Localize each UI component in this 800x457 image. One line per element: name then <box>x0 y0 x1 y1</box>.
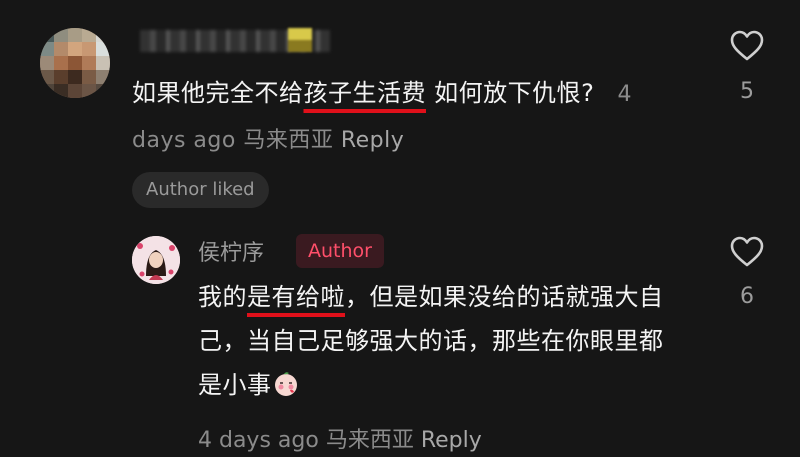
location: 马来西亚 <box>243 128 334 153</box>
avatar-author[interactable] <box>132 236 180 284</box>
heart-outline-icon <box>730 236 764 267</box>
author-username[interactable]: 侯柠序 <box>198 235 264 267</box>
heart-outline-icon <box>730 30 764 61</box>
blushing-face-emoji <box>272 368 300 396</box>
username-blurred-badge <box>288 28 312 52</box>
comment-text-part: 如何放下仇恨? <box>426 79 595 107</box>
like-count: 6 <box>740 284 754 309</box>
comment-text-part: 如果他完全不给 <box>132 79 304 107</box>
like-button[interactable] <box>730 30 764 66</box>
reply-button[interactable]: Reply <box>421 428 482 453</box>
comment-text-part: 我的 <box>198 283 247 311</box>
reply-button[interactable]: Reply <box>341 128 404 153</box>
like-button[interactable] <box>730 236 764 272</box>
reply-comment-text: 我的是有给啦，但是如果没给的话就强大自己，当自己足够强大的话，那些在你眼里都是小… <box>198 275 668 407</box>
location: 马来西亚 <box>325 428 414 453</box>
comment-text-underlined: 是有给啦 <box>247 283 345 311</box>
author-badge: Author <box>296 234 384 268</box>
timestamp: 4 days ago <box>198 428 319 453</box>
comment-text: 如果他完全不给孩子生活费 如何放下仇恨? 4 days ago 马来西亚 Rep… <box>132 71 672 163</box>
like-count: 5 <box>740 79 754 104</box>
pixelated-avatar-image <box>40 28 110 98</box>
avatar-commenter-blurred[interactable] <box>40 28 110 98</box>
author-avatar-image <box>132 236 180 284</box>
author-liked-badge: Author liked <box>132 172 269 208</box>
comment-text-underlined: 孩子生活费 <box>303 79 426 107</box>
reply-comment-meta: 4 days ago 马来西亚 Reply <box>198 422 482 454</box>
